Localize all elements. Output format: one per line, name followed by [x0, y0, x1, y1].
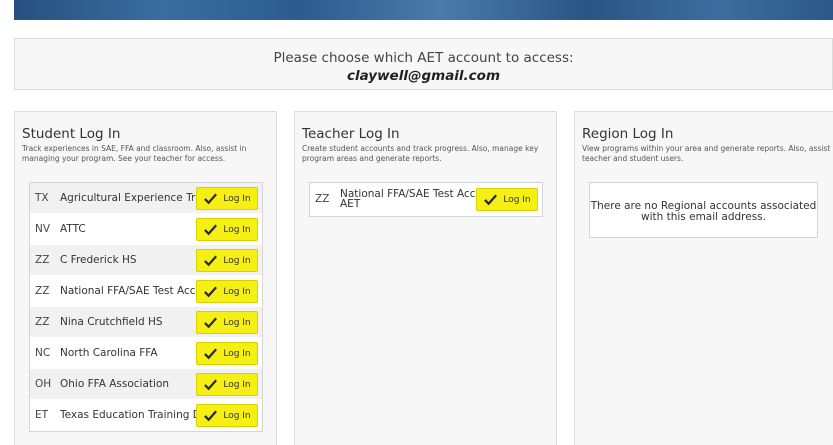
checkmark-icon: [204, 379, 218, 391]
header-banner: [14, 0, 833, 20]
student-account-row: OH Ohio FFA Association Log In: [30, 369, 262, 400]
teacher-panel-description: Create student accounts and track progre…: [302, 144, 539, 163]
checkmark-icon: [204, 255, 218, 267]
login-button-label: Log In: [223, 224, 251, 235]
login-button-label: Log In: [503, 194, 531, 205]
region-panel-title: Region Log In: [582, 126, 674, 142]
region-panel-description: View programs within your area and gener…: [582, 144, 831, 163]
login-button-label: Log In: [223, 317, 251, 328]
checkmark-icon: [204, 193, 218, 205]
student-login-panel: Student Log In Track experiences in SAE,…: [14, 111, 277, 445]
login-button[interactable]: Log In: [196, 218, 258, 241]
state-code: ET: [35, 409, 49, 421]
checkmark-icon: [204, 224, 218, 236]
student-panel-description: Track experiences in SAE, FFA and classr…: [22, 144, 247, 163]
student-account-row: NC North Carolina FFA Log In: [30, 338, 262, 369]
checkmark-icon: [484, 194, 498, 206]
state-code: NV: [35, 223, 51, 235]
login-button[interactable]: Log In: [196, 311, 258, 334]
student-panel-title: Student Log In: [22, 126, 121, 142]
account-chooser-header: Please choose which AET account to acces…: [14, 38, 833, 90]
student-account-row: TX Agricultural Experience Tracker Log I…: [30, 183, 262, 214]
login-button[interactable]: Log In: [196, 249, 258, 272]
login-button[interactable]: Log In: [196, 187, 258, 210]
student-account-row: ZZ National FFA/SAE Test Account w/AET L…: [30, 276, 262, 307]
login-button[interactable]: Log In: [196, 280, 258, 303]
login-button[interactable]: Log In: [196, 404, 258, 427]
teacher-account-list: ZZ National FFA/SAE Test Account w/o AET…: [309, 182, 543, 217]
login-button[interactable]: Log In: [196, 373, 258, 396]
checkmark-icon: [204, 410, 218, 422]
checkmark-icon: [204, 317, 218, 329]
state-code: ZZ: [35, 254, 50, 266]
state-code: OH: [35, 378, 52, 390]
state-code: NC: [35, 347, 51, 359]
login-button-label: Log In: [223, 193, 251, 204]
student-account-row: ZZ C Frederick HS Log In: [30, 245, 262, 276]
teacher-login-panel: Teacher Log In Create student accounts a…: [294, 111, 557, 445]
login-button-label: Log In: [223, 410, 251, 421]
student-account-row: ZZ Nina Crutchfield HS Log In: [30, 307, 262, 338]
login-button[interactable]: Log In: [476, 188, 538, 211]
teacher-panel-title: Teacher Log In: [302, 126, 400, 142]
login-button-label: Log In: [223, 379, 251, 390]
state-code: ZZ: [35, 285, 50, 297]
checkmark-icon: [204, 348, 218, 360]
student-account-row: ET Texas Education Training Demo Log In: [30, 400, 262, 431]
student-account-list: TX Agricultural Experience Tracker Log I…: [29, 182, 263, 432]
student-account-row: NV ATTC Log In: [30, 214, 262, 245]
state-code: ZZ: [35, 316, 50, 328]
login-button-label: Log In: [223, 348, 251, 359]
no-region-accounts-message: There are no Regional accounts associate…: [589, 182, 818, 238]
login-button[interactable]: Log In: [196, 342, 258, 365]
login-button-label: Log In: [223, 286, 251, 297]
login-button-label: Log In: [223, 255, 251, 266]
region-login-panel: Region Log In View programs within your …: [574, 111, 833, 445]
checkmark-icon: [204, 286, 218, 298]
teacher-account-row: ZZ National FFA/SAE Test Account w/o AET…: [310, 183, 542, 216]
state-code: TX: [35, 192, 49, 204]
choose-account-prompt: Please choose which AET account to acces…: [273, 50, 574, 66]
state-code: ZZ: [315, 193, 330, 205]
user-email: claywell@gmail.com: [346, 68, 501, 84]
